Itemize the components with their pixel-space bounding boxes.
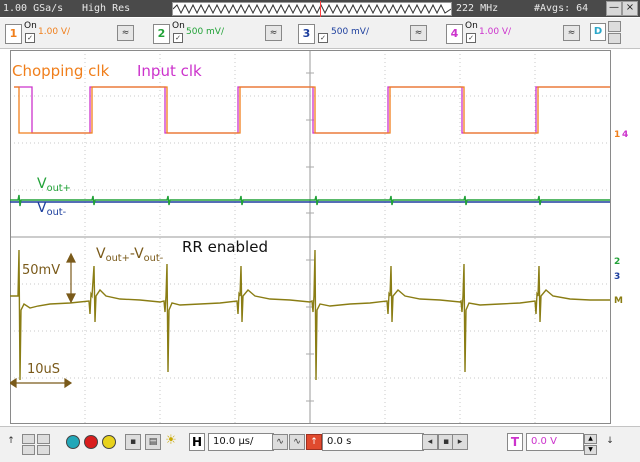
channel-4-coupling-icon-right[interactable]: ≈ <box>563 25 580 41</box>
vout-diff-label-dash: -V <box>129 246 144 262</box>
channel-1-controls: 1 On ✓ 1.00 V/ ≈ <box>5 20 145 46</box>
delay-right-button[interactable]: ▸ <box>452 434 468 450</box>
vout-minus-label-sub: out- <box>46 207 67 218</box>
status-bar: 1.00 GSa/s High Res 222 MHz #Avgs: 64 — … <box>0 0 640 17</box>
channel-bar: 1 On ✓ 1.00 V/ ≈ 2 On ✓ 500 mV/ ≈ 3 On ✓… <box>0 18 640 49</box>
channel-ground-markers: 1 4 2 3 M <box>612 50 640 424</box>
channel-3-scale[interactable]: 500 mV/ <box>331 27 369 37</box>
delay-field[interactable]: 0.0 s <box>322 433 424 451</box>
vout-plus-label-sub: out+ <box>46 183 71 194</box>
marker-ch1[interactable]: 1 <box>614 130 620 140</box>
channel-4-on-label: On <box>465 21 478 31</box>
channel-2-coupling-icon[interactable]: ≈ <box>265 25 282 41</box>
channel-4-scale[interactable]: 1.00 V/ <box>479 27 511 37</box>
trigger-position-strip[interactable] <box>172 1 452 17</box>
print-icon[interactable]: ▤ <box>145 434 161 450</box>
horizontal-label: H <box>189 433 205 451</box>
channel-1-scale[interactable]: 1.00 V/ <box>38 27 70 37</box>
vout-diff-label-a: V <box>96 246 106 262</box>
vout-diff-label-a-sub: out+ <box>105 253 130 264</box>
sample-rate: 1.00 GSa/s <box>3 3 64 14</box>
channel-1-on-label: On <box>24 21 37 31</box>
scroll-up-icon[interactable]: ↑ <box>4 434 18 448</box>
channel-scroll-buttons[interactable] <box>608 21 621 44</box>
delay-marker-icon[interactable]: ↑ <box>306 434 322 450</box>
marker-ch2[interactable]: 2 <box>614 257 620 267</box>
channel-4-button[interactable]: 4 <box>446 24 463 44</box>
trigger-marker <box>320 1 321 17</box>
marker-math[interactable]: M <box>614 296 623 306</box>
vout-plus-label-main: V <box>37 176 47 192</box>
brightness-icon[interactable]: ☀ <box>164 434 178 448</box>
acquisition-mode: High Res <box>82 3 131 14</box>
horizontal-zoom-icon[interactable]: ∿ <box>272 434 288 450</box>
channel-2-on-label: On <box>172 21 185 31</box>
channel-1-button[interactable]: 1 <box>5 24 22 44</box>
vout-diff-label: Vout+-Vout- <box>96 246 163 264</box>
marker-ch3[interactable]: 3 <box>614 272 620 282</box>
vout-plus-label: Vout+ <box>37 176 71 194</box>
chopping-clk-label: Chopping clk <box>12 62 110 80</box>
waveform-display[interactable] <box>10 50 611 424</box>
time-scale-arrow <box>10 377 73 389</box>
minimize-button[interactable]: — <box>606 1 622 16</box>
channel-2-scale[interactable]: 500 mV/ <box>186 27 224 37</box>
input-clk-label: Input clk <box>137 62 202 80</box>
channel-2-button[interactable]: 2 <box>153 24 170 44</box>
delay-left-button[interactable]: ◂ <box>422 434 438 450</box>
vout-minus-label: Vout- <box>37 200 66 218</box>
horizontal-mode-icon[interactable]: ∿ <box>289 434 305 450</box>
channel-3-controls: 3 On ✓ 500 mV/ ≈ <box>298 20 438 46</box>
single-button[interactable] <box>102 435 116 449</box>
chopping-clk-trace <box>14 86 610 134</box>
trigger-label: T <box>507 433 523 451</box>
channel-4-controls: 4 On ✓ 1.00 V/ ≈ <box>446 20 566 46</box>
channel-4-on-checkbox[interactable]: ✓ <box>466 33 476 43</box>
channel-2-controls: 2 On ✓ 500 mV/ ≈ <box>153 20 293 46</box>
marker-ch4[interactable]: 4 <box>622 130 628 140</box>
input-clk-trace <box>14 86 610 134</box>
run-mode-cyan-button[interactable] <box>66 435 80 449</box>
bottom-control-bar: ↑ ▪ ▤ ☀ H 10.0 µs/ ∿ ∿ ↑ 0.0 s ◂ ▪ ▸ T 0… <box>0 426 640 462</box>
trigger-level-field[interactable]: 0.0 V <box>526 433 584 451</box>
channel-3-on-checkbox[interactable]: ✓ <box>318 33 328 43</box>
bandwidth: 222 MHz <box>456 3 499 14</box>
stop-button[interactable] <box>84 435 98 449</box>
channel-1-coupling-icon[interactable]: ≈ <box>117 25 134 41</box>
channel-3-coupling-icon[interactable]: ≈ <box>410 25 427 41</box>
scroll-down-icon[interactable]: ↓ <box>603 434 617 448</box>
vout-diff-label-b-sub: out- <box>143 253 164 264</box>
save-icon[interactable]: ▪ <box>125 434 141 450</box>
vout-minus-label-main: V <box>37 200 47 216</box>
time-scale-label: 10uS <box>27 362 61 377</box>
close-button[interactable]: × <box>622 1 638 16</box>
amplitude-scale-label: 50mV <box>22 263 61 278</box>
channel-1-on-checkbox[interactable]: ✓ <box>25 33 35 43</box>
left-spinner[interactable] <box>22 434 35 455</box>
left-spinner-2[interactable] <box>37 434 50 455</box>
channel-2-on-checkbox[interactable]: ✓ <box>173 33 183 43</box>
amplitude-scale-arrow <box>66 252 76 304</box>
rr-enabled-label: RR enabled <box>182 238 268 256</box>
averages: #Avgs: 64 <box>534 3 589 14</box>
digital-channels-button[interactable]: D <box>590 23 606 41</box>
horizontal-scale-field[interactable]: 10.0 µs/ <box>208 433 274 451</box>
trigger-level-spinner[interactable]: ▲ ▼ <box>584 434 597 455</box>
channel-3-button[interactable]: 3 <box>298 24 315 44</box>
